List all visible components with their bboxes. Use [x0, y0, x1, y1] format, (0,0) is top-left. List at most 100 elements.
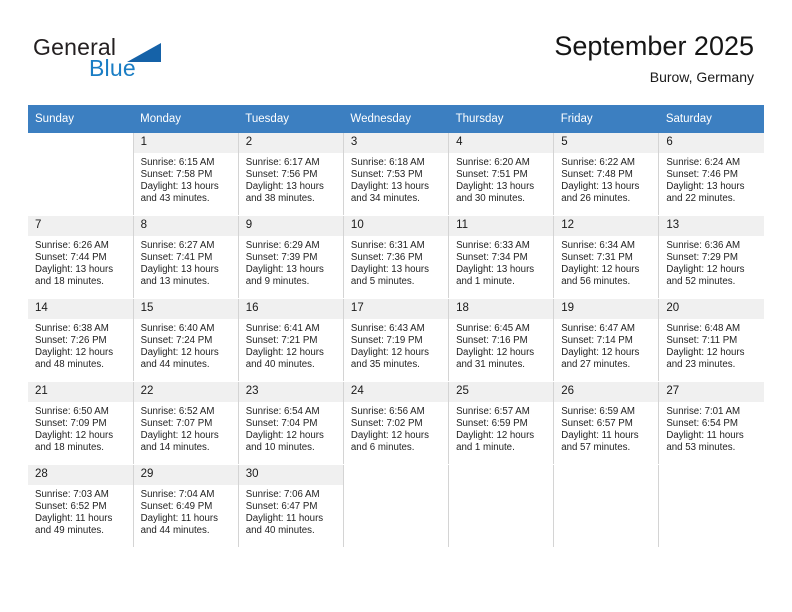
day-sunrise-line: Sunrise: 6:57 AM [456, 406, 530, 417]
calendar-day-cell[interactable]: 13 Sunrise: 6:36 AM Sunset: 7:29 PM Dayligh… [658, 215, 764, 299]
day-daylight-line: and 1 minute. [456, 442, 515, 454]
day-sunset-line: Sunset: 6:52 PM [35, 501, 107, 513]
calendar-day-cell[interactable]: 25 Sunrise: 6:57 AM Sunset: 6:59 PM Dayligh… [448, 381, 555, 465]
day-sunset-line: Sunset: 6:47 PM [245, 501, 318, 513]
weekday-header-tuesday: Tuesday [238, 105, 344, 133]
day-sunrise-line: Sunrise: 6:36 AM [666, 240, 741, 251]
day-cell-inner: 3 Sunrise: 6:18 AM Sunset: 7:53 PM Daylight… [343, 133, 449, 215]
day-details: Sunrise: 6:18 AM Sunset: 7:53 PM Daylight:… [344, 153, 448, 205]
calendar-day-cell[interactable]: 18 Sunrise: 6:45 AM Sunset: 7:16 PM Dayligh… [448, 298, 555, 382]
day-details: Sunrise: 7:06 AM Sunset: 6:47 PM Daylight:… [239, 485, 343, 537]
day-cell-inner: 26 Sunrise: 6:59 AM Sunset: 6:57 PM Dayligh… [554, 382, 659, 464]
day-daylight-line: Daylight: 13 hours [245, 181, 324, 193]
calendar-day-cell[interactable]: 23 Sunrise: 6:54 AM Sunset: 7:04 PM Dayligh… [237, 381, 344, 465]
calendar-day-cell[interactable]: 19 Sunrise: 6:47 AM Sunset: 7:14 PM Dayligh… [553, 298, 660, 382]
calendar-week-row: 7 Sunrise: 6:26 AM Sunset: 7:44 PM Daylight… [28, 215, 764, 299]
day-number [28, 133, 133, 153]
day-sunset-line: Sunset: 7:44 PM [35, 252, 107, 264]
day-number: 20 [659, 299, 764, 319]
day-number [343, 465, 449, 485]
day-details: Sunrise: 6:50 AM Sunset: 7:09 PM Daylight:… [28, 402, 133, 454]
day-cell-inner: 2 Sunrise: 6:17 AM Sunset: 7:56 PM Daylight… [238, 133, 343, 215]
day-daylight-line: Daylight: 13 hours [456, 181, 535, 193]
day-number: 3 [343, 133, 449, 153]
calendar-day-cell[interactable]: 11 Sunrise: 6:33 AM Sunset: 7:34 PM Dayligh… [448, 215, 555, 299]
weekday-header-wednesday: Wednesday [343, 105, 449, 133]
day-daylight-line: Daylight: 12 hours [140, 347, 219, 359]
title-block: September 2025 Burow, Germany [554, 30, 754, 86]
calendar-day-cell[interactable]: 6 Sunrise: 6:24 AM Sunset: 7:46 PM Daylight… [658, 133, 764, 216]
day-cell-inner: 17 Sunrise: 6:43 AM Sunset: 7:19 PM Dayligh… [343, 299, 449, 381]
day-sunset-line: Sunset: 7:21 PM [245, 335, 318, 347]
calendar-day-cell[interactable]: 10 Sunrise: 6:31 AM Sunset: 7:36 PM Dayligh… [342, 215, 450, 299]
day-details: Sunrise: 6:31 AM Sunset: 7:36 PM Daylight:… [344, 236, 448, 288]
day-sunset-line: Sunset: 7:51 PM [456, 169, 528, 181]
day-cell-inner: 13 Sunrise: 6:36 AM Sunset: 7:29 PM Dayligh… [659, 216, 764, 298]
day-daylight-line: Daylight: 12 hours [561, 347, 640, 359]
day-sunrise-line: Sunrise: 6:33 AM [456, 240, 530, 251]
day-cell-inner: 10 Sunrise: 6:31 AM Sunset: 7:36 PM Dayligh… [343, 216, 449, 298]
calendar-day-cell[interactable]: 8 Sunrise: 6:27 AM Sunset: 7:41 PM Daylight… [132, 215, 239, 299]
day-cell-inner: 20 Sunrise: 6:48 AM Sunset: 7:11 PM Dayligh… [659, 299, 764, 381]
day-details: Sunrise: 6:38 AM Sunset: 7:26 PM Daylight:… [28, 319, 133, 371]
day-details: Sunrise: 6:27 AM Sunset: 7:41 PM Daylight:… [134, 236, 238, 288]
day-cell-inner: 28 Sunrise: 7:03 AM Sunset: 6:52 PM Dayligh… [28, 465, 133, 547]
calendar-day-cell[interactable]: 3 Sunrise: 6:18 AM Sunset: 7:53 PM Daylight… [342, 133, 450, 216]
day-number: 9 [238, 216, 343, 236]
calendar-day-cell[interactable]: 16 Sunrise: 6:41 AM Sunset: 7:21 PM Dayligh… [237, 298, 344, 382]
day-sunset-line: Sunset: 7:46 PM [666, 169, 738, 181]
calendar-day-cell[interactable]: 9 Sunrise: 6:29 AM Sunset: 7:39 PM Daylight… [237, 215, 344, 299]
day-sunset-line: Sunset: 7:41 PM [140, 252, 213, 264]
day-daylight-line: and 18 minutes. [35, 276, 104, 288]
day-daylight-line: and 1 minute. [456, 276, 515, 288]
calendar-day-cell[interactable]: 20 Sunrise: 6:48 AM Sunset: 7:11 PM Dayligh… [658, 298, 764, 382]
calendar-day-cell[interactable]: 1 Sunrise: 6:15 AM Sunset: 7:58 PM Daylight… [132, 133, 239, 216]
day-daylight-line: and 49 minutes. [35, 525, 104, 537]
day-daylight-line: Daylight: 12 hours [350, 347, 430, 359]
calendar-day-cell[interactable]: 2 Sunrise: 6:17 AM Sunset: 7:56 PM Daylight… [237, 133, 344, 216]
day-daylight-line: Daylight: 12 hours [35, 347, 114, 359]
day-cell-inner: 16 Sunrise: 6:41 AM Sunset: 7:21 PM Dayligh… [238, 299, 343, 381]
calendar-day-cell[interactable]: 26 Sunrise: 6:59 AM Sunset: 6:57 PM Dayligh… [553, 381, 660, 465]
calendar-day-cell[interactable]: 24 Sunrise: 6:56 AM Sunset: 7:02 PM Dayligh… [342, 381, 450, 465]
day-daylight-line: Daylight: 12 hours [245, 347, 324, 359]
calendar-day-cell[interactable]: 4 Sunrise: 6:20 AM Sunset: 7:51 PM Daylight… [448, 133, 555, 216]
day-details: Sunrise: 6:45 AM Sunset: 7:16 PM Daylight:… [449, 319, 553, 371]
calendar-day-cell[interactable]: 27 Sunrise: 7:01 AM Sunset: 6:54 PM Dayligh… [658, 381, 764, 465]
day-cell-inner: 18 Sunrise: 6:45 AM Sunset: 7:16 PM Dayligh… [449, 299, 554, 381]
calendar-day-cell[interactable]: 22 Sunrise: 6:52 AM Sunset: 7:07 PM Dayligh… [132, 381, 239, 465]
day-details: Sunrise: 6:56 AM Sunset: 7:02 PM Daylight:… [344, 402, 448, 454]
calendar-body: 1 Sunrise: 6:15 AM Sunset: 7:58 PM Daylight… [28, 133, 764, 548]
day-number: 21 [28, 382, 133, 402]
day-daylight-line: and 6 minutes. [350, 442, 415, 454]
weekday-header-friday: Friday [553, 105, 659, 133]
day-cell-inner [659, 465, 764, 547]
location-subtitle: Burow, Germany [649, 69, 754, 85]
day-sunset-line: Sunset: 7:39 PM [245, 252, 318, 264]
calendar-day-cell[interactable]: 14 Sunrise: 6:38 AM Sunset: 7:26 PM Dayligh… [28, 298, 134, 382]
day-daylight-line: and 10 minutes. [245, 442, 315, 454]
calendar-day-cell-empty [28, 133, 134, 216]
day-sunrise-line: Sunrise: 6:34 AM [561, 240, 635, 251]
day-sunset-line: Sunset: 7:09 PM [35, 418, 107, 430]
day-number [449, 465, 554, 485]
day-sunset-line: Sunset: 6:54 PM [666, 418, 738, 430]
day-sunrise-line: Sunrise: 6:18 AM [350, 157, 425, 168]
day-daylight-line: Daylight: 12 hours [666, 264, 745, 276]
day-daylight-line: and 52 minutes. [666, 276, 736, 288]
day-daylight-line: Daylight: 13 hours [350, 264, 430, 276]
calendar-day-cell[interactable]: 17 Sunrise: 6:43 AM Sunset: 7:19 PM Dayligh… [342, 298, 450, 382]
calendar-day-cell[interactable]: 30 Sunrise: 7:06 AM Sunset: 6:47 PM Dayligh… [237, 464, 344, 548]
day-sunrise-line: Sunrise: 6:26 AM [35, 240, 109, 251]
calendar-day-cell[interactable]: 7 Sunrise: 6:26 AM Sunset: 7:44 PM Daylight… [28, 215, 134, 299]
calendar-day-cell[interactable]: 28 Sunrise: 7:03 AM Sunset: 6:52 PM Dayligh… [28, 464, 134, 548]
calendar-day-cell[interactable]: 15 Sunrise: 6:40 AM Sunset: 7:24 PM Dayligh… [132, 298, 239, 382]
day-details: Sunrise: 6:57 AM Sunset: 6:59 PM Daylight:… [449, 402, 553, 454]
day-details: Sunrise: 7:04 AM Sunset: 6:49 PM Daylight:… [134, 485, 238, 537]
day-cell-inner: 1 Sunrise: 6:15 AM Sunset: 7:58 PM Daylight… [133, 133, 238, 215]
calendar-day-cell[interactable]: 29 Sunrise: 7:04 AM Sunset: 6:49 PM Dayligh… [132, 464, 239, 548]
calendar-day-cell[interactable]: 12 Sunrise: 6:34 AM Sunset: 7:31 PM Dayligh… [553, 215, 660, 299]
day-sunset-line: Sunset: 7:19 PM [350, 335, 423, 347]
calendar-day-cell[interactable]: 5 Sunrise: 6:22 AM Sunset: 7:48 PM Daylight… [553, 133, 660, 216]
calendar-day-cell[interactable]: 21 Sunrise: 6:50 AM Sunset: 7:09 PM Dayligh… [28, 381, 134, 465]
